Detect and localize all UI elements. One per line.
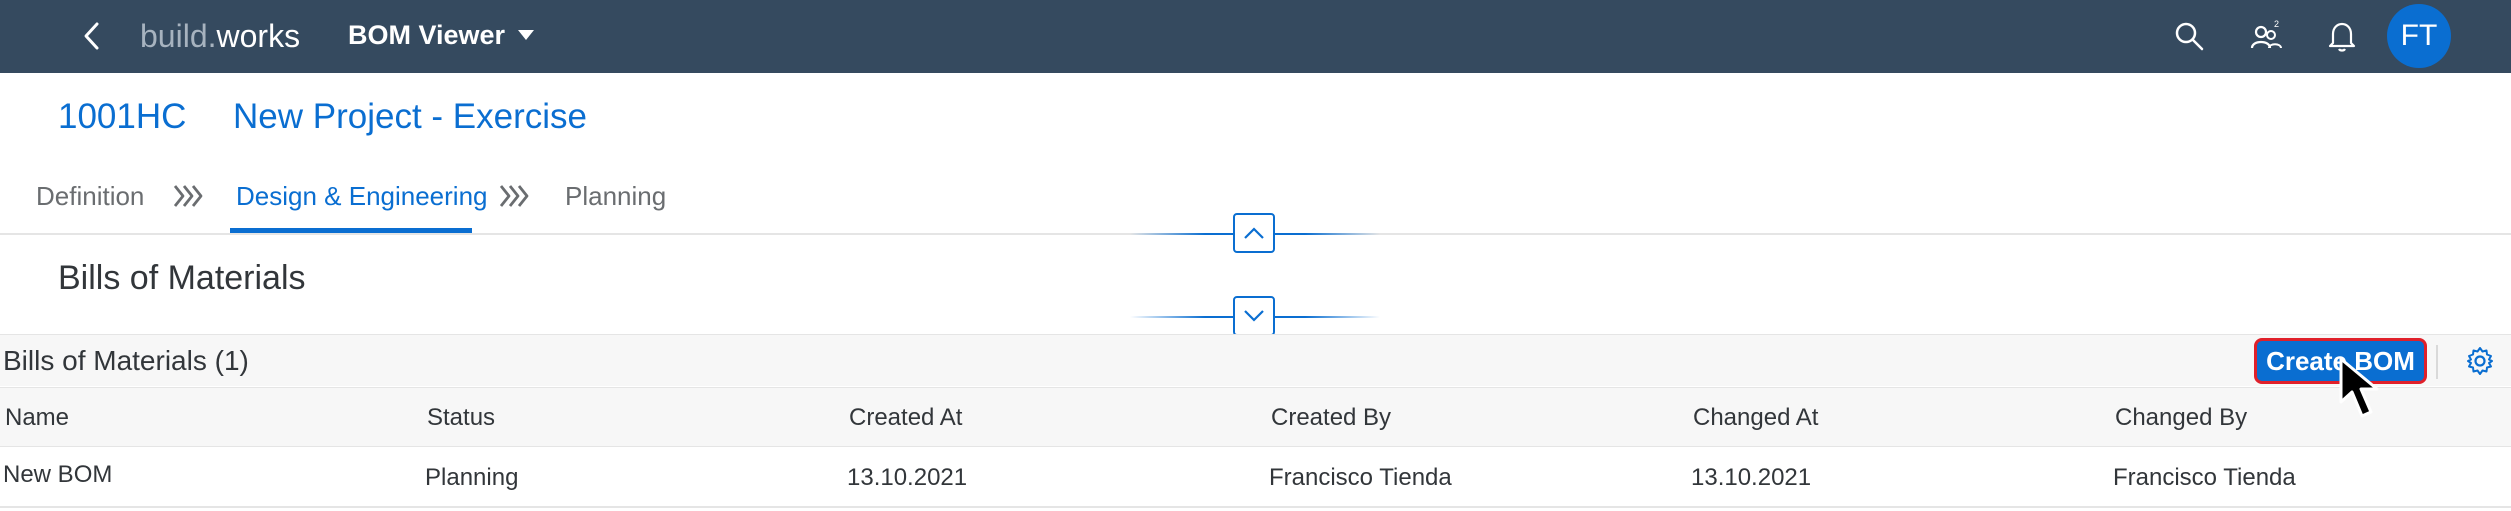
object-title: New Project - Exercise — [233, 97, 587, 136]
process-arrow-icon — [173, 185, 203, 207]
table-title: Bills of Materials (1) — [3, 345, 249, 376]
table-toolbar: Bills of Materials (1) Create BOM — [0, 334, 2511, 386]
column-header-changed-at[interactable]: Changed At — [1693, 402, 1818, 434]
table-settings-button[interactable] — [2460, 341, 2500, 381]
column-header-changed-by[interactable]: Changed By — [2115, 402, 2247, 434]
column-header-created-at[interactable]: Created At — [849, 402, 962, 434]
section-title: Bills of Materials — [58, 259, 306, 297]
cell-name: New BOM — [3, 461, 113, 488]
object-id: 1001HC — [58, 97, 187, 136]
table-row[interactable]: New BOM Planning 13.10.2021 Francisco Ti… — [0, 448, 2511, 508]
user-avatar[interactable]: FT — [2387, 4, 2451, 68]
toolbar-separator — [2436, 345, 2438, 379]
column-header-status[interactable]: Status — [427, 402, 495, 434]
app-logo[interactable]: build.works — [140, 16, 300, 56]
logo-part-2: works — [216, 18, 301, 54]
back-arrow-icon — [84, 22, 99, 50]
tab-design-engineering[interactable]: Design & Engineering — [236, 172, 488, 220]
people-button[interactable]: 2 — [2246, 16, 2286, 56]
cell-status: Planning — [425, 464, 519, 491]
back-button[interactable] — [72, 14, 112, 58]
collapse-header-button[interactable] — [1233, 213, 1275, 253]
tab-planning[interactable]: Planning — [565, 172, 666, 220]
caret-down-icon — [518, 30, 535, 40]
table-header: Name Status Created At Created By Change… — [0, 387, 2511, 447]
app-title-menu[interactable]: BOM Viewer — [348, 17, 535, 53]
people-icon: 2 — [2250, 20, 2282, 49]
cell-changed-at: 13.10.2021 — [1691, 464, 1812, 491]
shell-bar: build.works BOM Viewer 2 FT — [0, 0, 2511, 73]
bell-icon — [2328, 22, 2356, 52]
column-header-created-by[interactable]: Created By — [1271, 402, 1391, 434]
process-arrow-icon — [499, 185, 529, 207]
cell-created-by: Francisco Tienda — [1269, 464, 1452, 491]
app-title: BOM Viewer — [348, 20, 506, 50]
search-button[interactable] — [2169, 16, 2209, 56]
gear-icon — [2467, 347, 2493, 375]
tab-definition[interactable]: Definition — [36, 172, 144, 220]
logo-part-1: build. — [140, 18, 217, 54]
search-icon — [2175, 22, 2204, 51]
expand-header-button[interactable] — [1233, 296, 1275, 336]
column-header-name[interactable]: Name — [5, 402, 69, 434]
chevron-down-icon — [1244, 310, 1264, 322]
create-bom-button[interactable]: Create BOM — [2254, 338, 2427, 384]
avatar-initials: FT — [2400, 19, 2438, 52]
chevron-up-icon — [1244, 227, 1264, 239]
svg-text:2: 2 — [2274, 20, 2279, 29]
cell-changed-by: Francisco Tienda — [2113, 464, 2296, 491]
cell-created-at: 13.10.2021 — [847, 464, 968, 491]
notifications-button[interactable] — [2322, 16, 2362, 56]
